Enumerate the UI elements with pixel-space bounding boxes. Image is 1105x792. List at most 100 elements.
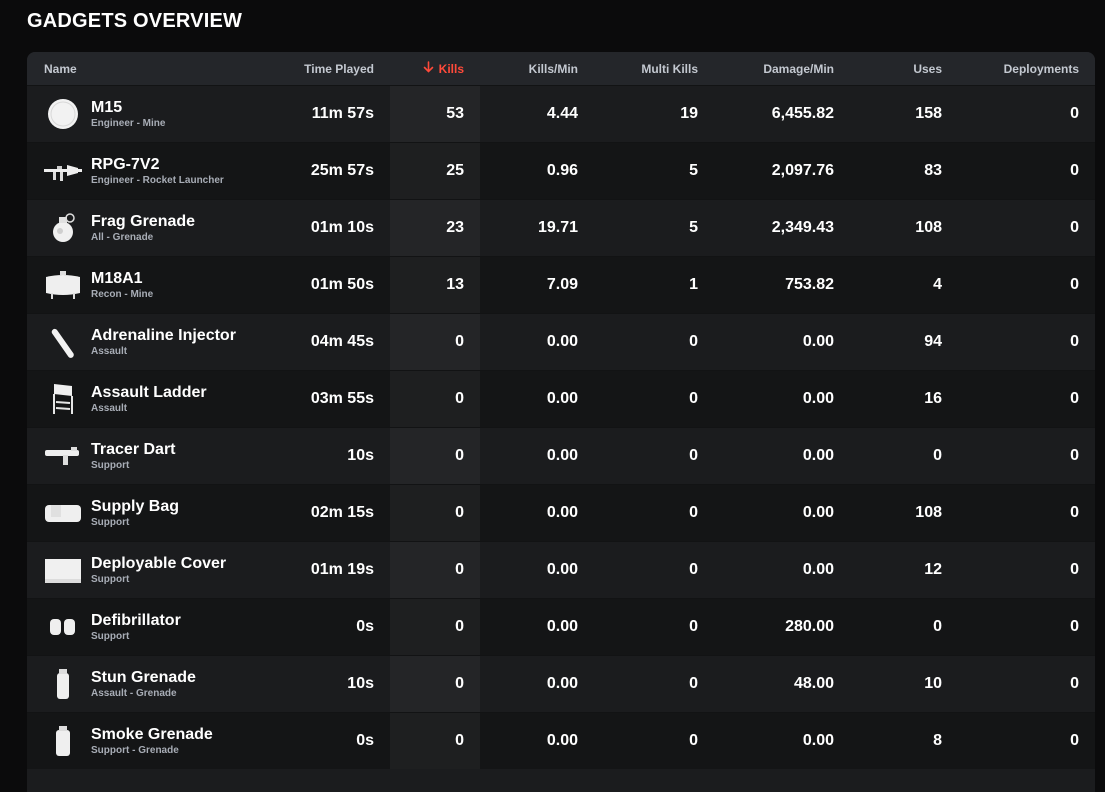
damage-per-min-cell: 0.00: [802, 732, 834, 749]
table-row-m15[interactable]: M15 Engineer - Mine 11m 57s 53 4.44 19 6…: [27, 85, 1095, 142]
gadget-category: Assault: [91, 345, 128, 357]
multi-kills-cell: 0: [689, 390, 698, 407]
multi-kills-cell: 0: [689, 561, 698, 578]
deployments-cell: 0: [1070, 561, 1079, 578]
cover-icon: [43, 550, 83, 590]
deployments-cell: 0: [1070, 333, 1079, 350]
kills-cell: 53: [390, 86, 480, 142]
gadget-name-cell: Defibrillator Support: [27, 607, 273, 647]
time-played-cell: 01m 50s: [310, 276, 374, 293]
kills-per-min-cell: 0.00: [546, 504, 578, 521]
uses-cell: 108: [915, 504, 942, 521]
table-row-frag-grenade[interactable]: Frag Grenade All - Grenade 01m 10s 23 19…: [27, 199, 1095, 256]
damage-per-min-cell: 753.82: [785, 276, 834, 293]
gadget-name: Tracer Dart: [91, 440, 176, 458]
column-header-kills[interactable]: Kills: [390, 61, 480, 76]
column-header-kills-label: Kills: [438, 61, 464, 76]
multi-kills-cell: 0: [689, 675, 698, 692]
table-row-m18a1[interactable]: M18A1 Recon - Mine 01m 50s 13 7.09 1 753…: [27, 256, 1095, 313]
table-header: Name Time Played Kills Kills/Min Multi K…: [27, 52, 1095, 85]
table-row-adrenaline-injector[interactable]: Adrenaline Injector Assault 04m 45s 0 0.…: [27, 313, 1095, 370]
column-header-name[interactable]: Name: [27, 62, 273, 76]
time-played-cell: 10s: [347, 447, 374, 464]
table-row-defibrillator[interactable]: Defibrillator Support 0s 0 0.00 0 280.00…: [27, 598, 1095, 655]
dart-gun-icon: [43, 436, 83, 476]
column-header-damage-per-min[interactable]: Damage/Min: [698, 62, 834, 76]
table-body: M15 Engineer - Mine 11m 57s 53 4.44 19 6…: [27, 85, 1095, 769]
uses-cell: 8: [933, 732, 942, 749]
gadget-category: Support: [91, 630, 130, 642]
deployments-cell: 0: [1070, 390, 1079, 407]
deployments-cell: 0: [1070, 105, 1079, 122]
damage-per-min-cell: 48.00: [793, 675, 834, 692]
gadgets-table: Name Time Played Kills Kills/Min Multi K…: [27, 52, 1095, 792]
uses-cell: 108: [915, 219, 942, 236]
mine-disc-icon: [43, 94, 83, 134]
arrow-down-icon: [423, 61, 434, 76]
table-row-rpg-7v2[interactable]: RPG-7V2 Engineer - Rocket Launcher 25m 5…: [27, 142, 1095, 199]
table-row-smoke-grenade[interactable]: Smoke Grenade Support - Grenade 0s 0 0.0…: [27, 712, 1095, 769]
gadget-name-cell: Tracer Dart Support: [27, 436, 273, 476]
kills-cell: 0: [390, 656, 480, 712]
gadget-name: Adrenaline Injector: [91, 326, 236, 344]
gadget-name-cell: M15 Engineer - Mine: [27, 94, 273, 134]
damage-per-min-cell: 0.00: [802, 447, 834, 464]
column-header-deployments[interactable]: Deployments: [942, 62, 1079, 76]
time-played-cell: 0s: [356, 732, 374, 749]
gadget-name-cell: Adrenaline Injector Assault: [27, 322, 273, 362]
gadget-name: RPG-7V2: [91, 155, 160, 173]
time-played-cell: 02m 15s: [310, 504, 374, 521]
defibrillator-icon: [43, 607, 83, 647]
column-header-time-played[interactable]: Time Played: [273, 62, 390, 76]
time-played-cell: 10s: [347, 675, 374, 692]
time-played-cell: 01m 19s: [310, 561, 374, 578]
kills-per-min-cell: 0.00: [546, 561, 578, 578]
multi-kills-cell: 19: [680, 105, 698, 122]
time-played-cell: 04m 45s: [310, 333, 374, 350]
rocket-launcher-icon: [43, 151, 83, 191]
uses-cell: 4: [933, 276, 942, 293]
kills-per-min-cell: 0.00: [546, 447, 578, 464]
deployments-cell: 0: [1070, 219, 1079, 236]
claymore-mine-icon: [43, 265, 83, 305]
table-row-supply-bag[interactable]: Supply Bag Support 02m 15s 0 0.00 0 0.00…: [27, 484, 1095, 541]
gadget-name-cell: Stun Grenade Assault - Grenade: [27, 664, 273, 704]
multi-kills-cell: 0: [689, 732, 698, 749]
damage-per-min-cell: 2,349.43: [771, 219, 834, 236]
kills-per-min-cell: 0.00: [546, 333, 578, 350]
damage-per-min-cell: 6,455.82: [771, 105, 834, 122]
column-header-uses[interactable]: Uses: [834, 62, 942, 76]
stun-grenade-icon: [43, 664, 83, 704]
gadget-name-cell: Supply Bag Support: [27, 493, 273, 533]
frag-grenade-icon: [43, 208, 83, 248]
multi-kills-cell: 0: [689, 504, 698, 521]
page-title: GADGETS OVERVIEW: [27, 10, 243, 32]
table-row-tracer-dart[interactable]: Tracer Dart Support 10s 0 0.00 0 0.00 0 …: [27, 427, 1095, 484]
deployments-cell: 0: [1070, 276, 1079, 293]
gadget-category: All - Grenade: [91, 231, 154, 243]
gadget-name: Deployable Cover: [91, 554, 227, 572]
ladder-icon: [43, 379, 83, 419]
gadget-name: Assault Ladder: [91, 383, 207, 401]
multi-kills-cell: 5: [689, 162, 698, 179]
kills-per-min-cell: 0.00: [546, 618, 578, 635]
table-row-assault-ladder[interactable]: Assault Ladder Assault 03m 55s 0 0.00 0 …: [27, 370, 1095, 427]
uses-cell: 83: [924, 162, 942, 179]
table-row-deployable-cover[interactable]: Deployable Cover Support 01m 19s 0 0.00 …: [27, 541, 1095, 598]
gadget-category: Recon - Mine: [91, 288, 154, 300]
gadget-category: Engineer - Mine: [91, 117, 166, 129]
column-header-kills-per-min[interactable]: Kills/Min: [480, 62, 578, 76]
column-header-multi-kills[interactable]: Multi Kills: [578, 62, 698, 76]
multi-kills-cell: 5: [689, 219, 698, 236]
gadget-name-cell: Smoke Grenade Support - Grenade: [27, 721, 273, 761]
kills-cell: 0: [390, 542, 480, 598]
uses-cell: 94: [924, 333, 942, 350]
kills-cell: 0: [390, 599, 480, 655]
time-played-cell: 01m 10s: [310, 219, 374, 236]
time-played-cell: 25m 57s: [310, 162, 374, 179]
gadget-category: Assault: [91, 402, 128, 414]
table-row-stun-grenade[interactable]: Stun Grenade Assault - Grenade 10s 0 0.0…: [27, 655, 1095, 712]
kills-per-min-cell: 19.71: [537, 219, 578, 236]
smoke-grenade-icon: [43, 721, 83, 761]
kills-per-min-cell: 0.96: [546, 162, 578, 179]
